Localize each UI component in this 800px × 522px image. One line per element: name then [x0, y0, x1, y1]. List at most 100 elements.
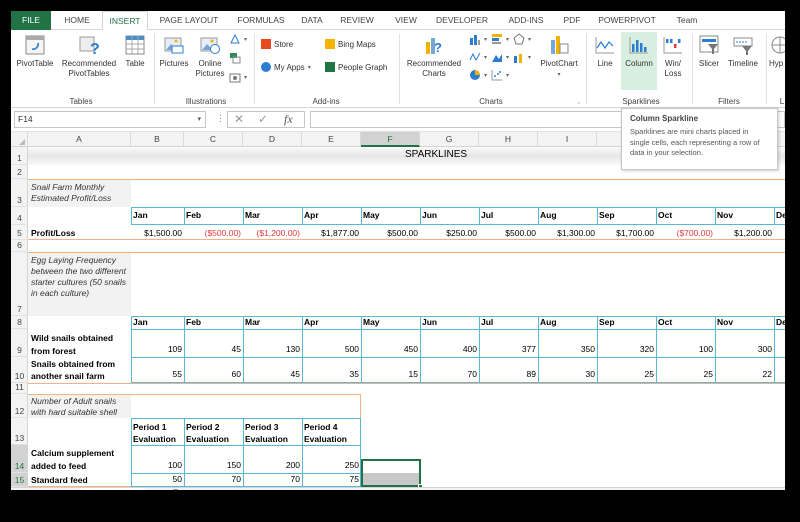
profit-loss-cell[interactable]: ($500.00)	[184, 228, 243, 238]
online-pictures-button[interactable]: Online Pictures	[193, 34, 227, 79]
charts-dialog-launcher-icon[interactable]: ⌟	[577, 98, 580, 105]
slicer-button[interactable]: Slicer	[695, 34, 723, 69]
shell-count-cell[interactable]: 100	[131, 460, 184, 470]
row-header-14[interactable]: 14	[11, 445, 28, 473]
month-header[interactable]: Oct	[658, 317, 715, 327]
row-header-5[interactable]: 5	[11, 225, 28, 240]
tab-home[interactable]: HOME	[53, 11, 101, 30]
tab-developer[interactable]: DEVELOPER	[431, 11, 493, 30]
month-header[interactable]: Mar	[245, 317, 302, 327]
egg-count-cell[interactable]: 45	[243, 369, 302, 379]
name-box[interactable]: F14 ▾	[14, 111, 206, 128]
shell-count-cell[interactable]: 70	[243, 474, 302, 484]
line-chart-button[interactable]: ▾	[469, 51, 487, 63]
month-header[interactable]: Jan	[133, 317, 184, 327]
egg-count-cell[interactable]: 25	[656, 369, 715, 379]
egg-count-cell[interactable]: 320	[597, 344, 656, 354]
profit-loss-cell[interactable]: $500.00	[479, 228, 538, 238]
sheet-prev-icon[interactable]: ◂	[31, 489, 35, 490]
shell-count-cell[interactable]: 50	[131, 474, 184, 484]
row-header-2[interactable]: 2	[11, 165, 28, 179]
column-header-b[interactable]: B	[131, 132, 184, 147]
bing-maps-button[interactable]: Bing Maps	[325, 39, 376, 49]
formula-bar-grip-icon[interactable]: ⋮	[216, 113, 225, 124]
egg-count-cell[interactable]: 500	[302, 344, 361, 354]
tab-add-ins[interactable]: ADD-INS	[501, 11, 551, 30]
tab-insert[interactable]: INSERT	[102, 11, 148, 31]
egg-count-cell[interactable]: 450	[361, 344, 420, 354]
row-header-13[interactable]: 13	[11, 418, 28, 445]
month-header[interactable]: Apr	[304, 317, 361, 327]
enter-icon[interactable]: ✓	[258, 112, 268, 127]
egg-count-cell[interactable]: 400	[420, 344, 479, 354]
month-header[interactable]: Feb	[186, 210, 243, 220]
pivotchart-button[interactable]: PivotChart ▾	[535, 34, 583, 80]
pie-chart-button[interactable]: ▾	[469, 69, 487, 81]
period-header[interactable]: Period 3 Evaluation	[245, 421, 302, 445]
period-header[interactable]: Period 1 Evaluation	[133, 421, 184, 445]
column-sparkline-button[interactable]: Column	[621, 32, 657, 90]
month-header[interactable]: De	[776, 210, 785, 220]
shell-count-cell[interactable]: 150	[184, 460, 243, 470]
tab-review[interactable]: REVIEW	[333, 11, 381, 30]
column-header-c[interactable]: C	[184, 132, 243, 147]
shell-count-cell[interactable]: 75	[302, 474, 361, 484]
month-header[interactable]: Sep	[599, 317, 656, 327]
tab-formulas[interactable]: FORMULAS	[231, 11, 291, 30]
area-chart-button[interactable]: ▾	[491, 51, 509, 63]
column-header-f[interactable]: F	[361, 132, 420, 147]
bar-chart-button[interactable]: ▾	[491, 33, 509, 45]
row-header-15[interactable]: 15	[11, 473, 28, 487]
tab-data[interactable]: DATA	[294, 11, 330, 30]
worksheet-grid[interactable]: SPARKLINES Snail Farm Monthly Estimated …	[28, 147, 785, 487]
egg-count-cell[interactable]: 70	[420, 369, 479, 379]
egg-count-cell[interactable]: 300	[715, 344, 774, 354]
profit-loss-cell[interactable]: $1,877.00	[302, 228, 361, 238]
month-header[interactable]: Jan	[133, 210, 184, 220]
winloss-sparkline-button[interactable]: Win/ Loss	[657, 34, 689, 79]
people-graph-button[interactable]: People Graph	[325, 62, 387, 72]
month-header[interactable]: Apr	[304, 210, 361, 220]
row-header-4[interactable]: 4	[11, 207, 28, 225]
egg-count-cell[interactable]: 25	[597, 369, 656, 379]
store-button[interactable]: Store	[261, 39, 293, 49]
column-header-g[interactable]: G	[420, 132, 479, 147]
column-header-h[interactable]: H	[479, 132, 538, 147]
row-header-1[interactable]: 1	[11, 147, 28, 165]
profit-loss-cell[interactable]: ($700.00)	[656, 228, 715, 238]
month-header[interactable]: Sep	[599, 210, 656, 220]
profit-loss-cell[interactable]: $1,200.00	[715, 228, 774, 238]
row-header-9[interactable]: 9	[11, 329, 28, 357]
period-header[interactable]: Period 4 Evaluation	[304, 421, 361, 445]
row-header-8[interactable]: 8	[11, 316, 28, 329]
month-header[interactable]: Jul	[481, 317, 538, 327]
row-header-12[interactable]: 12	[11, 394, 28, 418]
egg-count-cell[interactable]: 130	[243, 344, 302, 354]
row-header-7[interactable]: 7	[11, 252, 28, 316]
month-header[interactable]: Aug	[540, 210, 597, 220]
tab-page-layout[interactable]: PAGE LAYOUT	[151, 11, 227, 30]
row-header-11[interactable]: 11	[11, 382, 28, 394]
shell-count-cell[interactable]: 250	[302, 460, 361, 470]
hyperlink-button[interactable]: Hyp	[769, 34, 785, 69]
cancel-icon[interactable]: ✕	[234, 112, 244, 127]
egg-count-cell[interactable]: 60	[184, 369, 243, 379]
shell-count-cell[interactable]: 70	[184, 474, 243, 484]
timeline-button[interactable]: Timeline	[723, 34, 763, 69]
insert-function-icon[interactable]: fx	[284, 112, 293, 127]
line-sparkline-button[interactable]: Line	[589, 34, 621, 69]
month-header[interactable]: Mar	[245, 210, 302, 220]
add-sheet-icon[interactable]: +	[170, 489, 181, 490]
recommended-pivottables-button[interactable]: ? Recommended PivotTables	[57, 34, 121, 79]
month-header[interactable]: De	[776, 317, 785, 327]
period-header[interactable]: Period 2 Evaluation	[186, 421, 243, 445]
column-header-a[interactable]: A	[28, 132, 131, 147]
tab-team[interactable]: Team	[669, 11, 705, 30]
shapes-button[interactable]: ▾	[229, 33, 247, 45]
month-header[interactable]: May	[363, 210, 420, 220]
combo-chart-button[interactable]: ▾	[513, 51, 531, 63]
month-header[interactable]: Nov	[717, 210, 774, 220]
month-header[interactable]: May	[363, 317, 420, 327]
tab-split-grip-icon[interactable]: ⋮	[608, 489, 617, 490]
my-apps-button[interactable]: My Apps ▾	[261, 62, 311, 72]
